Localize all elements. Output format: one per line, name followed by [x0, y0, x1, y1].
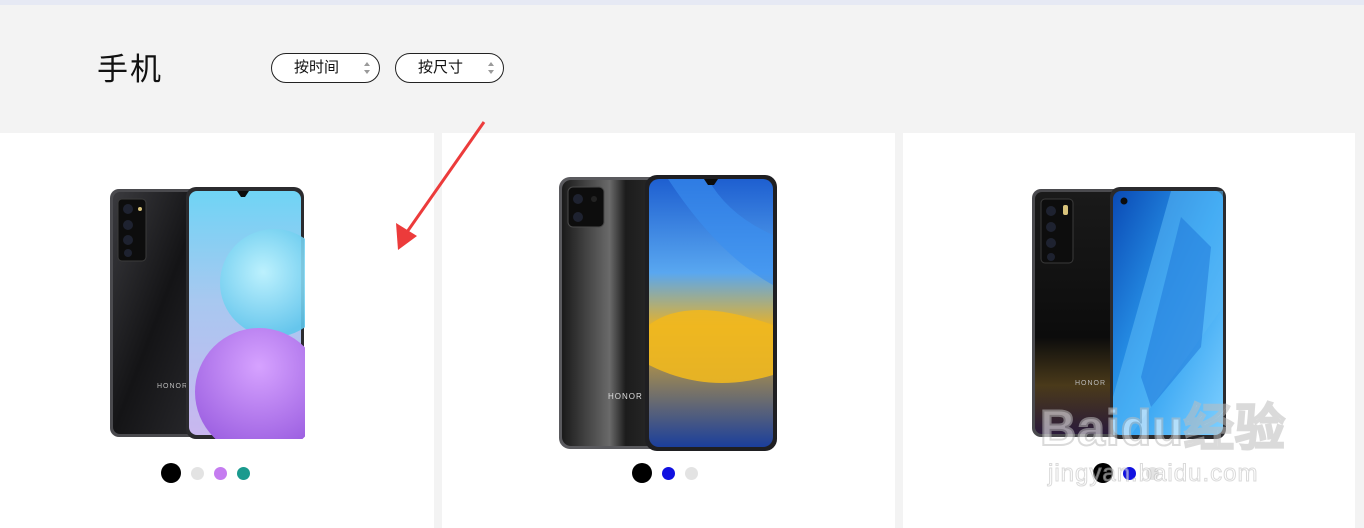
color-swatch-silver[interactable]: [685, 466, 698, 480]
color-swatch-silver[interactable]: [191, 466, 204, 480]
product-card[interactable]: HONOR: [442, 133, 895, 528]
sort-by-time-button[interactable]: 按时间: [271, 53, 380, 83]
product-phone-image[interactable]: HONOR: [558, 175, 778, 451]
sort-arrows-icon: [364, 62, 370, 74]
color-swatch-black[interactable]: [1093, 463, 1113, 483]
color-swatch-purple[interactable]: [214, 466, 227, 480]
color-swatch-blue[interactable]: [1123, 466, 1136, 480]
color-swatch-black[interactable]: [161, 463, 181, 483]
sort-by-size-button[interactable]: 按尺寸: [395, 53, 504, 83]
svg-text:HONOR: HONOR: [157, 383, 188, 390]
product-card[interactable]: HONOR: [0, 133, 434, 528]
color-swatch-blue[interactable]: [662, 466, 675, 480]
color-swatches: [1093, 463, 1159, 483]
svg-text:HONOR: HONOR: [1075, 380, 1106, 387]
color-swatches: [161, 463, 250, 483]
svg-text:HONOR: HONOR: [608, 392, 643, 401]
product-card[interactable]: HONOR: [903, 133, 1355, 528]
sort-arrows-icon: [488, 62, 494, 74]
page-title: 手机: [97, 52, 163, 87]
color-swatch-black[interactable]: [632, 463, 652, 483]
product-phone-image[interactable]: HONOR: [109, 187, 305, 439]
color-swatches: [632, 463, 698, 483]
top-bar: [0, 0, 1364, 5]
sort-by-size-label: 按尺寸: [418, 59, 464, 76]
color-swatch-silver[interactable]: [1146, 466, 1159, 480]
sort-by-time-label: 按时间: [294, 59, 340, 76]
product-phone-image[interactable]: HONOR: [1031, 187, 1227, 439]
color-swatch-teal[interactable]: [237, 466, 250, 480]
